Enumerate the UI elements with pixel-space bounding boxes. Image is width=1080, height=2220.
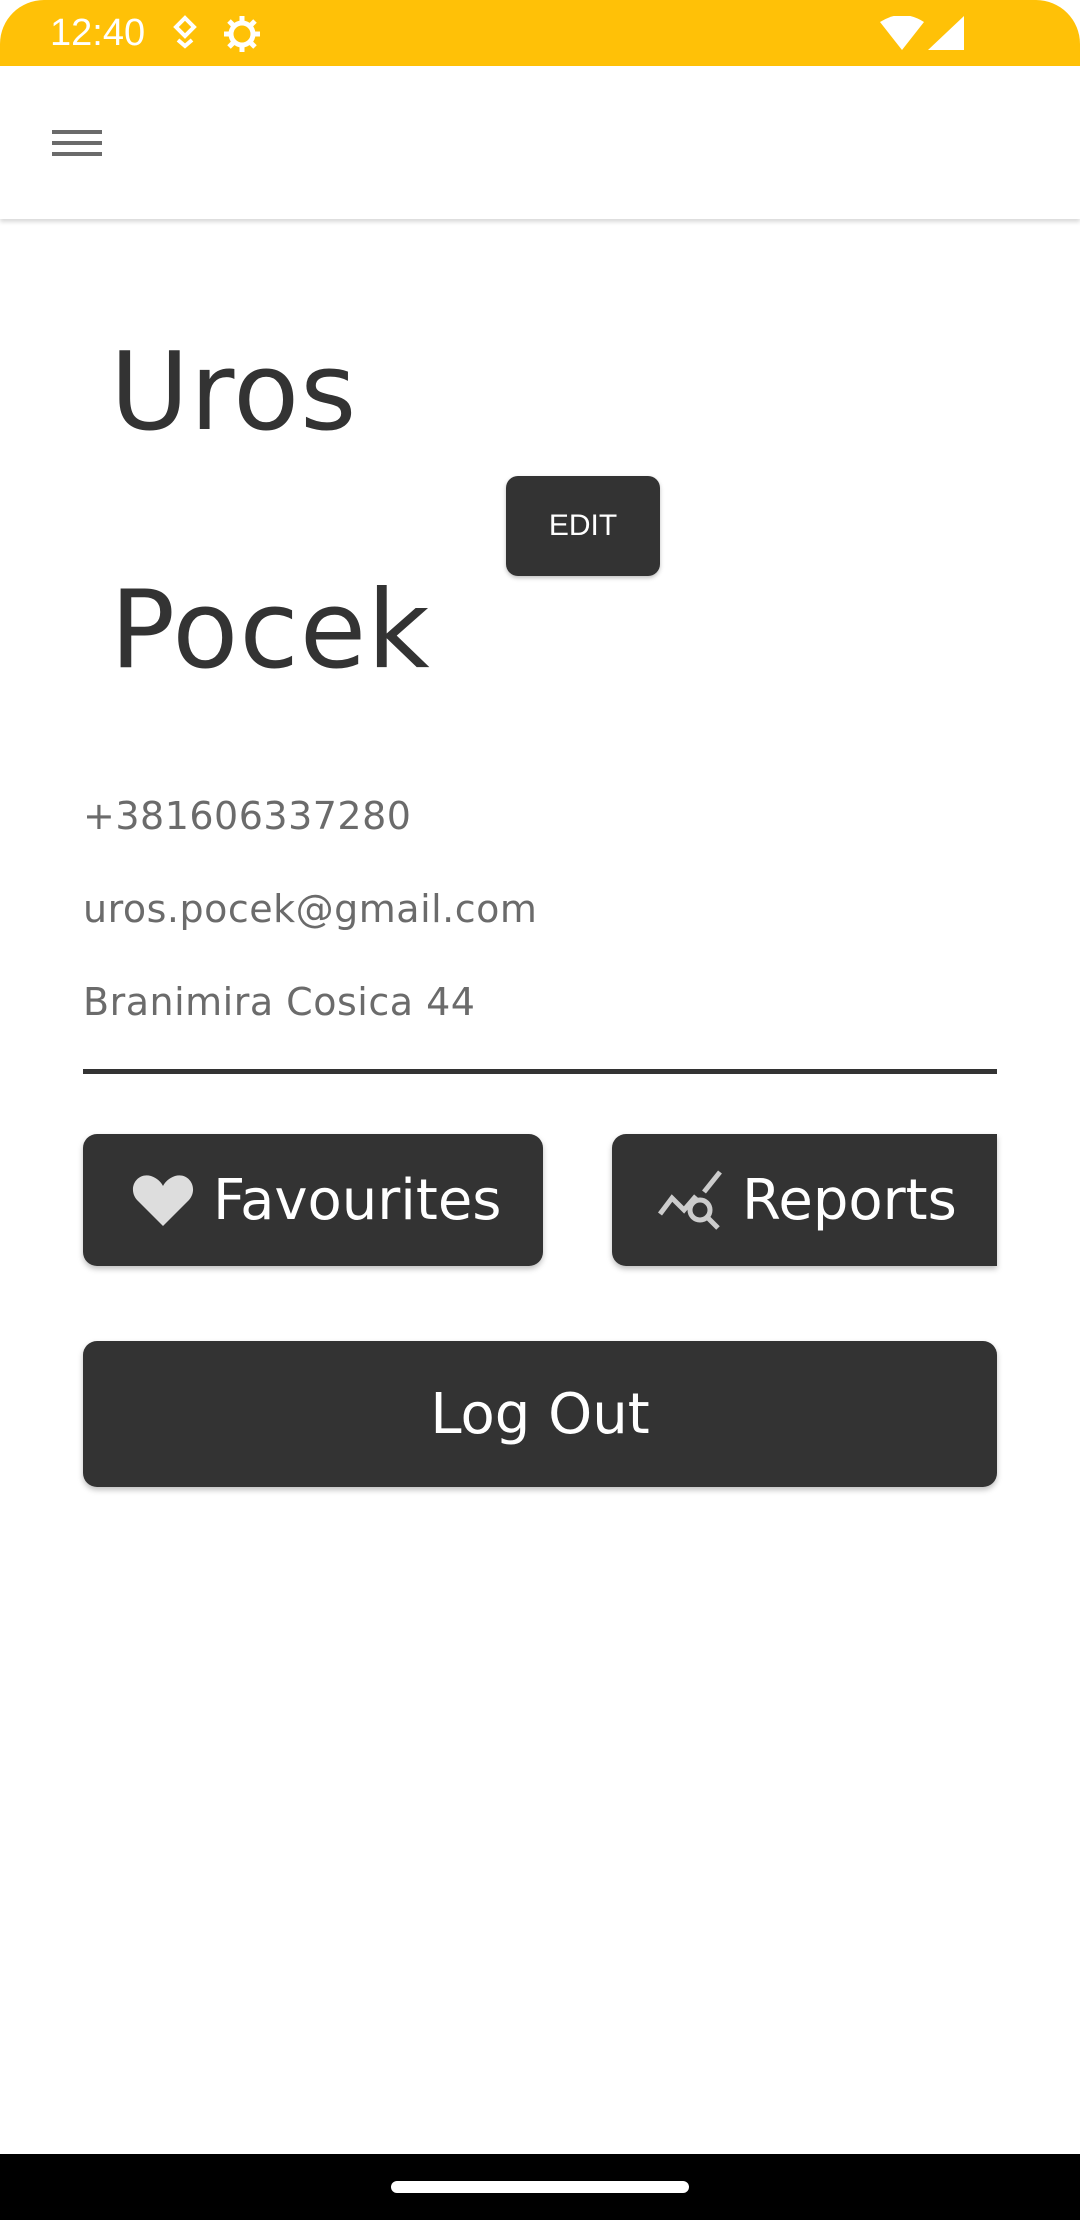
- edit-button-label: EDIT: [548, 509, 618, 542]
- notification-icon: [170, 14, 200, 55]
- edit-button[interactable]: EDIT: [506, 476, 660, 576]
- logout-label: Log Out: [430, 1381, 650, 1447]
- favourites-label: Favourites: [213, 1167, 502, 1233]
- wifi-icon: [880, 15, 924, 55]
- divider: [83, 1069, 997, 1074]
- app-bar: [0, 66, 1080, 219]
- settings-gear-icon: [222, 14, 262, 59]
- cell-signal-icon: [928, 16, 964, 55]
- phone-number: +381606337280: [83, 794, 412, 838]
- street-address: Branimira Cosica 44: [83, 980, 476, 1024]
- logout-button[interactable]: Log Out: [83, 1341, 997, 1487]
- status-bar: 12:40: [0, 0, 1080, 66]
- reports-button[interactable]: Reports: [612, 1134, 997, 1266]
- reports-label: Reports: [742, 1167, 957, 1233]
- home-gesture-handle[interactable]: [391, 2181, 689, 2193]
- favourites-button[interactable]: Favourites: [83, 1134, 543, 1266]
- profile-last-name: Pocek: [110, 568, 431, 693]
- hamburger-menu-icon[interactable]: [34, 110, 120, 176]
- status-time: 12:40: [50, 12, 146, 54]
- chart-search-icon: [658, 1170, 724, 1230]
- email-address: uros.pocek@gmail.com: [83, 887, 538, 931]
- profile-first-name: Uros: [110, 330, 358, 455]
- heart-icon: [131, 1172, 195, 1228]
